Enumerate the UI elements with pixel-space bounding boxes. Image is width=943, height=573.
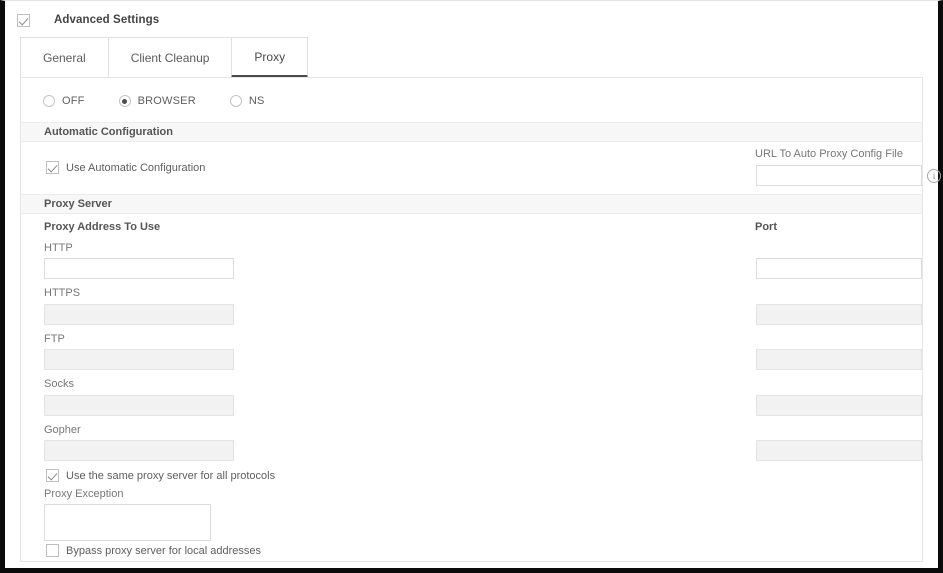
tab-client-cleanup[interactable]: Client Cleanup	[107, 37, 232, 78]
section-header-automatic-configuration: Automatic Configuration	[21, 122, 922, 142]
bypass-proxy-local-checkbox[interactable]	[46, 544, 59, 557]
proxy-tab-panel: OFF BROWSER NS Automatic Configuration U…	[20, 77, 941, 562]
proxy-mode-radio-group: OFF BROWSER NS	[43, 95, 299, 107]
gopher-port-input	[756, 440, 922, 461]
radio-off-label: OFF	[62, 95, 85, 107]
advanced-settings-label: Advanced Settings	[54, 14, 160, 26]
gopher-address-input	[44, 440, 234, 461]
proxy-exception-label: Proxy Exception	[44, 488, 124, 500]
proxy-exception-textarea[interactable]	[44, 504, 211, 541]
https-label: HTTPS	[44, 287, 81, 299]
ftp-address-input	[44, 349, 234, 370]
use-automatic-configuration-checkbox[interactable]	[46, 161, 59, 174]
window-content: Advanced Settings General Client Cleanup…	[5, 1, 941, 568]
section-header-proxy-server: Proxy Server	[21, 194, 922, 214]
ftp-port-input	[756, 349, 922, 370]
http-port-input[interactable]	[756, 258, 922, 279]
use-automatic-configuration-row[interactable]: Use Automatic Configuration	[46, 161, 205, 174]
socks-address-input	[44, 395, 234, 416]
https-port-input	[756, 304, 922, 325]
bypass-proxy-local-label: Bypass proxy server for local addresses	[66, 544, 262, 557]
info-icon[interactable]: i	[927, 169, 941, 183]
radio-browser-indicator	[118, 95, 131, 107]
socks-port-input	[756, 395, 922, 416]
use-same-proxy-row[interactable]: Use the same proxy server for all protoc…	[46, 469, 275, 482]
radio-browser-label: BROWSER	[137, 95, 196, 107]
tab-general[interactable]: General	[20, 37, 108, 78]
radio-option-browser[interactable]: BROWSER	[118, 95, 196, 107]
port-header: Port	[755, 221, 777, 233]
proxy-address-to-use-header: Proxy Address To Use	[44, 221, 161, 233]
http-label: HTTP	[44, 242, 73, 254]
gopher-label: Gopher	[44, 424, 81, 436]
socks-label: Socks	[44, 378, 74, 390]
url-auto-proxy-config-label: URL To Auto Proxy Config File	[755, 148, 903, 160]
ftp-label: FTP	[44, 333, 65, 345]
use-same-proxy-checkbox[interactable]	[46, 469, 59, 482]
radio-option-ns[interactable]: NS	[229, 95, 265, 107]
tab-proxy[interactable]: Proxy	[231, 37, 309, 78]
section-title-proxy-server: Proxy Server	[44, 198, 112, 210]
tab-bar: General Client Cleanup Proxy	[20, 37, 309, 78]
radio-off-indicator	[43, 95, 55, 107]
advanced-settings-window: Advanced Settings General Client Cleanup…	[0, 0, 943, 573]
use-automatic-configuration-label: Use Automatic Configuration	[66, 161, 206, 174]
radio-option-off[interactable]: OFF	[43, 95, 85, 107]
advanced-settings-row[interactable]: Advanced Settings	[17, 10, 159, 30]
http-address-input[interactable]	[44, 258, 234, 279]
use-same-proxy-label: Use the same proxy server for all protoc…	[66, 469, 276, 482]
section-title-automatic-configuration: Automatic Configuration	[44, 126, 173, 138]
radio-ns-label: NS	[248, 95, 265, 107]
https-address-input	[44, 304, 234, 325]
advanced-settings-checkbox[interactable]	[17, 13, 30, 27]
url-auto-proxy-config-input[interactable]	[756, 165, 922, 186]
radio-ns-indicator	[229, 95, 242, 107]
bypass-proxy-local-row[interactable]: Bypass proxy server for local addresses	[46, 544, 261, 557]
